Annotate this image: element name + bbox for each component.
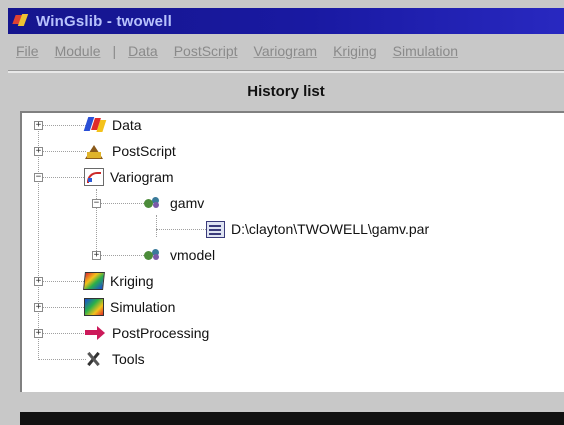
tree-line xyxy=(38,281,86,282)
tools-icon xyxy=(84,350,106,368)
data-icon xyxy=(84,116,106,134)
program-gear-icon xyxy=(142,194,164,212)
parameter-file-icon xyxy=(206,220,225,238)
window-title: WinGslib - twowell xyxy=(36,12,172,30)
tree-line xyxy=(38,359,86,360)
tree-node-vmodel[interactable]: vmodel xyxy=(142,244,215,266)
tree-line xyxy=(96,203,146,204)
menu-data[interactable]: Data xyxy=(128,43,158,59)
tree-node-kriging[interactable]: Kriging xyxy=(83,270,154,292)
menu-separator: | xyxy=(112,43,117,59)
tree-node-label: PostScript xyxy=(112,143,176,159)
menu-variogram[interactable]: Variogram xyxy=(254,43,318,59)
collapse-toggle-gamv[interactable]: − xyxy=(92,199,101,208)
tree-line xyxy=(156,229,206,230)
simulation-icon xyxy=(84,298,104,316)
tree-node-label: Simulation xyxy=(110,299,176,315)
program-gear-icon xyxy=(142,246,164,264)
tree-node-simulation[interactable]: Simulation xyxy=(84,296,175,318)
tree-node-label: Data xyxy=(112,117,142,133)
menu-postscript[interactable]: PostScript xyxy=(174,43,238,59)
history-tree[interactable]: + + − − + + + + Data PostScript Variogra… xyxy=(20,111,564,392)
kriging-icon xyxy=(83,272,105,290)
menu-file[interactable]: File xyxy=(16,43,39,59)
expand-toggle-data[interactable]: + xyxy=(34,121,43,130)
expand-toggle-postprocessing[interactable]: + xyxy=(34,329,43,338)
collapse-toggle-variogram[interactable]: − xyxy=(34,173,43,182)
tree-node-label: Kriging xyxy=(110,273,154,289)
tree-node-label: vmodel xyxy=(170,247,216,263)
menu-simulation[interactable]: Simulation xyxy=(393,43,458,59)
tree-node-label: Tools xyxy=(112,351,145,367)
divider xyxy=(8,70,564,73)
expand-toggle-vmodel[interactable]: + xyxy=(92,251,101,260)
expand-toggle-kriging[interactable]: + xyxy=(34,277,43,286)
tree-line xyxy=(38,151,86,152)
tree-node-gamv[interactable]: gamv xyxy=(142,192,204,214)
tree-line xyxy=(38,177,86,178)
expand-toggle-simulation[interactable]: + xyxy=(34,303,43,312)
tree-node-label: D:\clayton\TWOWELL\gamv.par xyxy=(231,221,430,237)
tree-node-label: PostProcessing xyxy=(112,325,210,341)
tree-node-label: gamv xyxy=(170,195,205,211)
tree-node-postscript[interactable]: PostScript xyxy=(84,140,176,162)
expand-toggle-postscript[interactable]: + xyxy=(34,147,43,156)
postscript-icon xyxy=(84,142,106,160)
tree-line xyxy=(96,255,146,256)
menu-kriging[interactable]: Kriging xyxy=(333,43,377,59)
tree-node-variogram[interactable]: Variogram xyxy=(84,166,174,188)
app-icon xyxy=(12,12,30,30)
status-strip xyxy=(20,412,564,425)
tree-node-label: Variogram xyxy=(110,169,174,185)
postprocessing-icon xyxy=(84,324,106,342)
panel-header: History list xyxy=(247,83,325,100)
title-bar: WinGslib - twowell xyxy=(8,8,564,34)
tree-node-tools[interactable]: Tools xyxy=(84,348,145,370)
tree-line xyxy=(38,125,39,358)
menu-module[interactable]: Module xyxy=(55,43,101,59)
tree-line xyxy=(156,215,157,237)
tree-node-postprocessing[interactable]: PostProcessing xyxy=(84,322,209,344)
tree-node-gamv-par-file[interactable]: D:\clayton\TWOWELL\gamv.par xyxy=(206,218,429,240)
tree-line xyxy=(38,307,86,308)
tree-line xyxy=(38,333,86,334)
tree-line xyxy=(38,125,86,126)
variogram-icon xyxy=(84,168,104,186)
menu-bar: File Module | Data PostScript Variogram … xyxy=(8,38,564,64)
tree-node-data[interactable]: Data xyxy=(84,114,142,136)
